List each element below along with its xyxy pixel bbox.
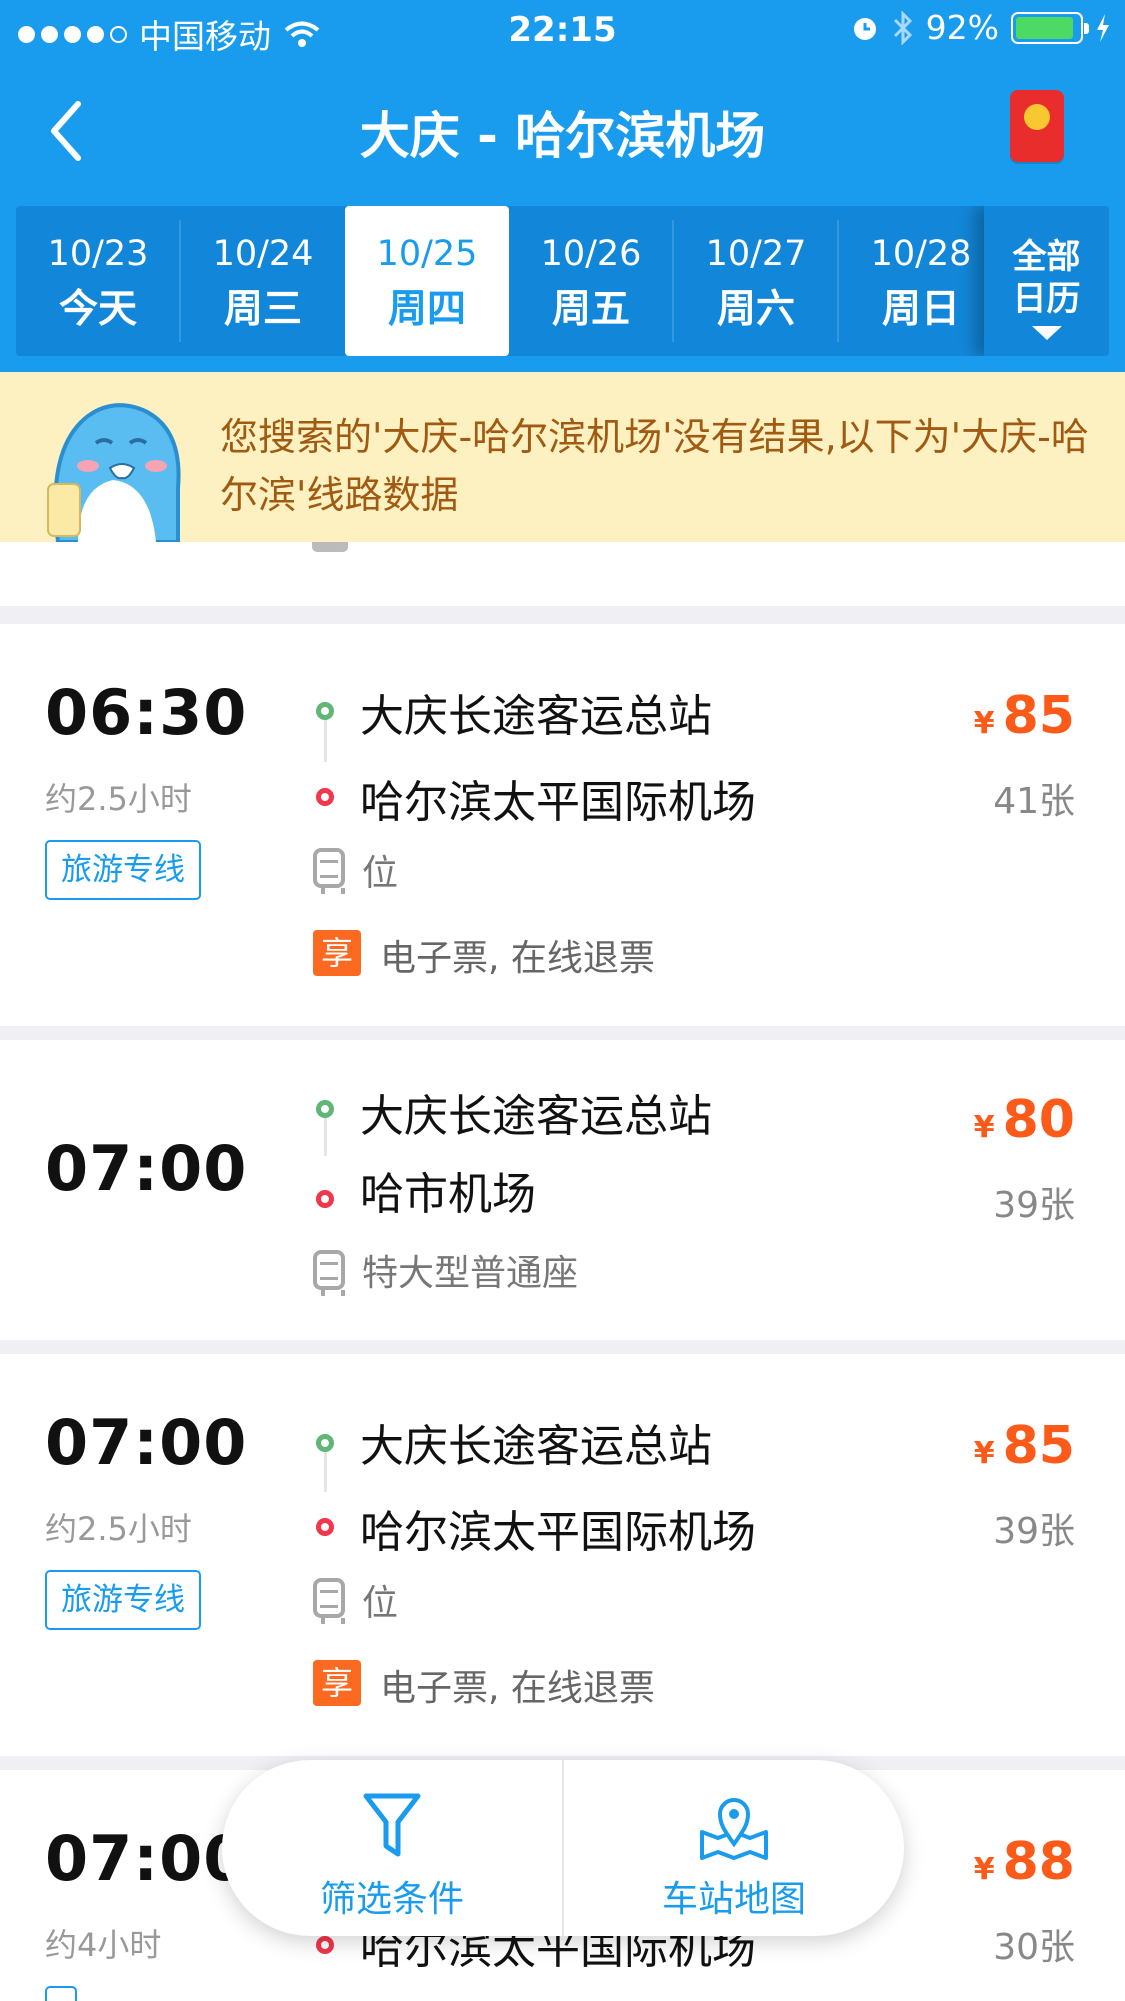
red-packet-icon[interactable] <box>1010 90 1064 162</box>
filter-icon <box>363 1793 421 1857</box>
perks-text: 电子票, 在线退票 <box>380 1668 655 1709</box>
seat-type: 位 <box>362 1583 399 1624</box>
tickets-left: 39张 <box>993 1511 1075 1552</box>
origin-dot-icon <box>316 1434 334 1452</box>
seat-type: 特大型普通座 <box>362 1253 579 1294</box>
bluetooth-icon <box>893 10 912 45</box>
route-tag: 旅游专线 <box>45 1570 201 1630</box>
alarm-icon <box>853 17 876 40</box>
station-map-label: 车站地图 <box>661 1879 806 1920</box>
price: ¥80 <box>973 1090 1075 1150</box>
destination-dot-icon <box>316 1936 334 1954</box>
no-result-notice: 您搜索的'大庆-哈尔滨机场'没有结果,以下为'大庆-哈尔滨'线路数据 <box>0 372 1125 542</box>
navigation-bar: 大庆 - 哈尔滨机场 <box>0 78 1125 178</box>
origin-dot-icon <box>316 702 334 720</box>
destination-station: 哈尔滨太平国际机场 <box>360 777 756 828</box>
perk-badge-icon: 享 <box>313 930 361 976</box>
full-calendar-button[interactable]: 全部 日历 <box>984 206 1109 356</box>
destination-dot-icon <box>316 1518 334 1536</box>
bus-icon <box>313 1578 345 1624</box>
page-title: 大庆 - 哈尔滨机场 <box>359 107 766 165</box>
departure-time: 07:00 <box>45 1406 248 1479</box>
destination-station: 哈尔滨太平国际机场 <box>360 1507 756 1558</box>
destination-station: 哈市机场 <box>360 1169 536 1220</box>
departure-time: 07:00 <box>45 1132 248 1205</box>
price: ¥85 <box>973 1416 1075 1476</box>
price: ¥88 <box>973 1832 1075 1892</box>
trip-card[interactable]: 07:00 约2.5小时 旅游专线 大庆长途客运总站 哈尔滨太平国际机场 位 享… <box>0 1354 1125 1756</box>
route-tag <box>45 1986 77 2001</box>
destination-dot-icon <box>316 788 334 806</box>
bus-icon <box>312 542 348 552</box>
dolphin-mascot-icon <box>47 403 181 542</box>
perks-text: 电子票, 在线退票 <box>380 938 655 979</box>
origin-station: 大庆长途客运总站 <box>360 691 712 742</box>
status-bar: 中国移动 22:15 92% <box>0 0 1125 60</box>
tickets-left: 30张 <box>993 1927 1075 1968</box>
origin-station: 大庆长途客运总站 <box>360 1421 712 1472</box>
notice-text: 您搜索的'大庆-哈尔滨机场'没有结果,以下为'大庆-哈尔滨'线路数据 <box>220 415 1089 517</box>
station-map-button[interactable]: 车站地图 <box>564 1760 904 1936</box>
trip-card-partial[interactable] <box>0 542 1125 606</box>
bus-icon <box>313 1250 345 1296</box>
tickets-left: 39张 <box>993 1185 1075 1226</box>
chevron-down-icon <box>1031 326 1062 340</box>
date-tab-10-28[interactable]: 10/28 周日 <box>839 206 1003 356</box>
trip-card[interactable]: 06:30 约2.5小时 旅游专线 大庆长途客运总站 哈尔滨太平国际机场 位 享… <box>0 624 1125 1026</box>
duration: 约2.5小时 <box>45 780 192 818</box>
duration: 约2.5小时 <box>45 1510 192 1548</box>
trip-card[interactable]: 07:00 大庆长途客运总站 哈市机场 特大型普通座 ¥80 39张 <box>0 1040 1125 1340</box>
date-tab-10-26[interactable]: 10/26 周五 <box>509 206 673 356</box>
perk-badge-icon: 享 <box>313 1660 361 1706</box>
battery-icon <box>1011 11 1089 44</box>
battery-percent: 92% <box>925 8 999 47</box>
bus-icon <box>313 848 345 894</box>
destination-dot-icon <box>316 1190 334 1208</box>
origin-dot-icon <box>316 1100 334 1118</box>
origin-station: 大庆长途客运总站 <box>360 1091 712 1142</box>
departure-time: 06:30 <box>45 676 248 749</box>
tickets-left: 41张 <box>993 781 1075 822</box>
date-tab-10-27[interactable]: 10/27 周六 <box>674 206 838 356</box>
filter-button[interactable]: 筛选条件 <box>222 1760 562 1936</box>
date-selector: 10/23 今天 10/24 周三 10/25 周四 10/26 周五 10/2… <box>16 206 1109 356</box>
floating-action-bar: 筛选条件 车站地图 <box>222 1760 904 1936</box>
map-pin-icon <box>700 1798 768 1860</box>
header: 中国移动 22:15 92% 大庆 - 哈尔滨机场 10/23 今天 10/24… <box>0 0 1125 372</box>
departure-time: 07:00 <box>45 1822 248 1895</box>
route-tag: 旅游专线 <box>45 840 201 900</box>
date-tab-10-23[interactable]: 10/23 今天 <box>16 206 180 356</box>
filter-label: 筛选条件 <box>319 1879 464 1920</box>
price: ¥85 <box>973 686 1075 746</box>
duration: 约4小时 <box>45 1926 162 1964</box>
date-tab-10-24[interactable]: 10/24 周三 <box>181 206 345 356</box>
charging-icon <box>1097 13 1109 42</box>
date-tab-10-25-selected[interactable]: 10/25 周四 <box>345 206 509 356</box>
seat-type: 位 <box>362 853 399 894</box>
